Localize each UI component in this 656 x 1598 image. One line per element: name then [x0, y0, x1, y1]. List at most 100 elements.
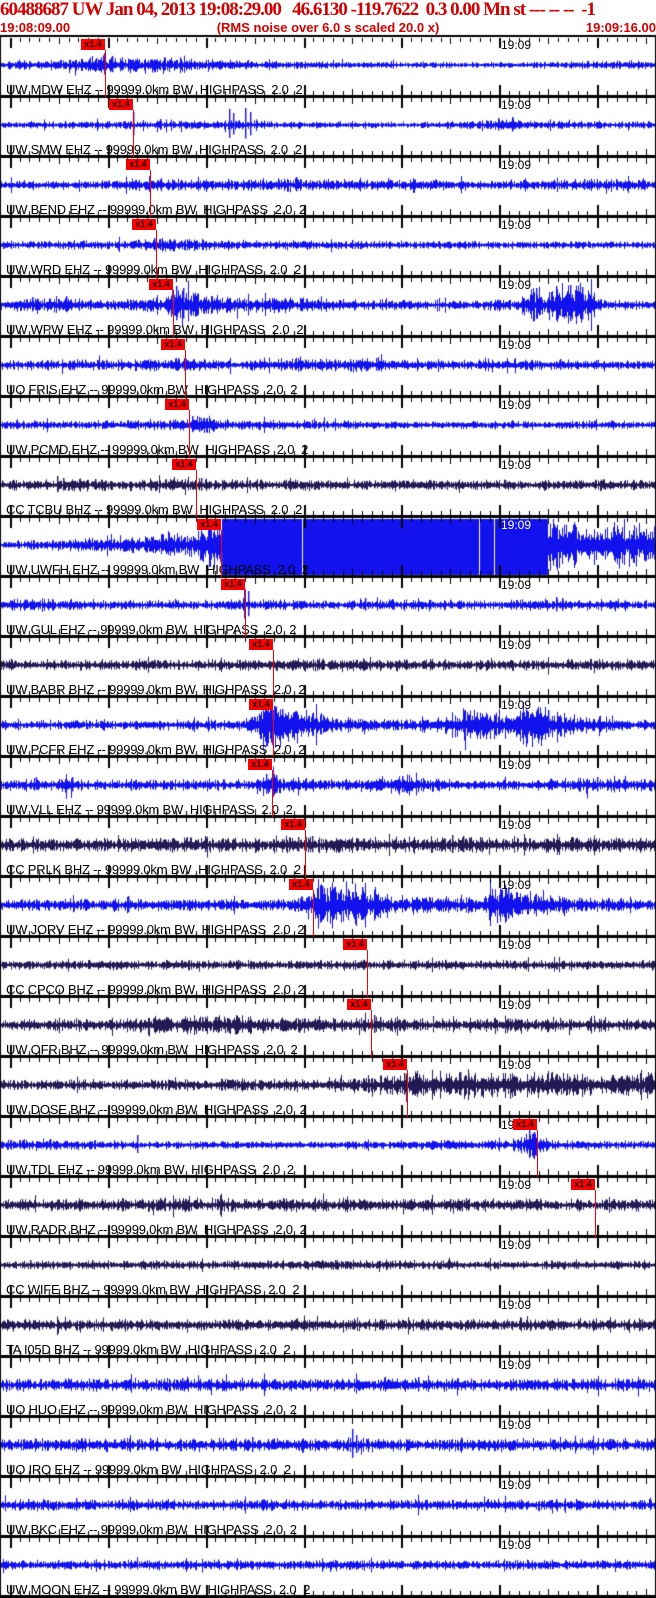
- station-label: UW BKC EHZ -- 99999.0km BW HIGHPASS 2.0 …: [6, 1522, 297, 1537]
- pick-line: [188, 410, 190, 457]
- station-label: UW WPW EHZ -- 99999.0km BW HIGHPASS 2.0 …: [6, 322, 304, 337]
- pick-line: [272, 710, 274, 757]
- station-label: UW RADR BHZ -- 99999.0km BW HIGHPASS 2.0…: [6, 1222, 307, 1237]
- trace-row: 19:09 x1.4 UW MDW EHZ -- 99999.0km BW HI…: [0, 37, 656, 97]
- pick-flag[interactable]: x1.4: [149, 279, 173, 290]
- pick-flag[interactable]: x1.4: [81, 39, 105, 50]
- pick-flag[interactable]: x1.4: [126, 159, 150, 170]
- station-label: UO IRQ EHZ -- 99999.0km BW HIGHPASS 2.0 …: [6, 1462, 291, 1477]
- minute-time-label: 19:09: [501, 458, 532, 472]
- pick-flag[interactable]: x1.4: [347, 999, 371, 1010]
- minute-time-label: 19:09: [501, 758, 532, 772]
- pick-flag[interactable]: x1.4: [161, 339, 185, 350]
- station-label: UW TDL EHZ -- 99999.0km BW HIGHPASS 2.0 …: [6, 1162, 294, 1177]
- pick-line: [244, 590, 246, 637]
- trace-row: 19:09 x1.4 UW PCMD EHZ -- 99999.0km BW H…: [0, 397, 656, 457]
- pick-flag[interactable]: x1.4: [197, 519, 221, 530]
- minute-time-label: 19:09: [501, 98, 532, 112]
- pick-flag[interactable]: x1.4: [221, 579, 245, 590]
- pick-line: [155, 230, 157, 277]
- station-label: UW SMW EHZ -- 99999.0km BW HIGHPASS 2.0 …: [6, 142, 302, 157]
- minute-time-label: 19:09: [501, 218, 532, 232]
- pick-flag[interactable]: x1.4: [281, 819, 305, 830]
- trace-row: 19:09 UW MOON EHZ -- 99999.0km BW HIGHPA…: [0, 1537, 656, 1597]
- pick-line: [304, 830, 306, 877]
- seismogram-viewer: 60488687 UW Jan 04, 2013 19:08:29.00 46.…: [0, 0, 656, 1598]
- minute-time-label: 19:09: [501, 398, 532, 412]
- station-label: UW JORV EHZ -- 99999.0km BW HIGHPASS 2.0…: [6, 922, 305, 937]
- minute-time-label: 19:09: [501, 1238, 532, 1252]
- minute-time-label: 19:09: [501, 278, 532, 292]
- pick-flag[interactable]: x1.4: [132, 219, 156, 230]
- pick-flag[interactable]: x1.4: [289, 879, 313, 890]
- pick-flag[interactable]: x1.4: [249, 639, 273, 650]
- pick-flag[interactable]: x1.4: [109, 99, 133, 110]
- pick-flag[interactable]: x1.4: [248, 759, 272, 770]
- trace-row: 19:09 UO IRQ EHZ -- 99999.0km BW HIGHPAS…: [0, 1417, 656, 1477]
- station-label: CC TCBU BHZ -- 99999.0km BW HIGHPASS 2.0…: [6, 502, 303, 517]
- pick-line: [220, 530, 222, 577]
- minute-time-label: 19:09: [501, 1538, 532, 1552]
- station-label: UO HUO EHZ -- 99999.0km BW HIGHPASS 2.0 …: [6, 1402, 297, 1417]
- trace-row: 19:09 x1.4 UW UWFH EHZ -- 99999.0km BW H…: [0, 517, 656, 577]
- pick-line: [184, 350, 186, 397]
- trace-row: 19:09 UO HUO EHZ -- 99999.0km BW HIGHPAS…: [0, 1357, 656, 1417]
- trace-row: 19:09 x1.4 CC CPCO BHZ -- 99999.0km BW H…: [0, 937, 656, 997]
- minute-time-label: 19:09: [501, 1298, 532, 1312]
- station-label: UW VLL EHZ -- 99999.0km BW HIGHPASS 2.0 …: [6, 802, 293, 817]
- trace-row: 19:09 x1.4 UW BABR BHZ -- 99999.0km BW H…: [0, 637, 656, 697]
- trace-row: 19:09 TA I05D BHZ -- 99999.0km BW HIGHPA…: [0, 1297, 656, 1357]
- station-label: UW GUL EHZ -- 99999.0km BW HIGHPASS 2.0 …: [6, 622, 297, 637]
- pick-flag[interactable]: x1.4: [513, 1119, 537, 1130]
- pick-flag[interactable]: x1.4: [571, 1179, 595, 1190]
- station-label: TA I05D BHZ -- 99999.0km BW HIGHPASS 2.0…: [6, 1342, 291, 1357]
- trace-row: 19:09 x1.4 UW JORV EHZ -- 99999.0km BW H…: [0, 877, 656, 937]
- pick-line: [406, 1070, 408, 1117]
- pick-line: [195, 470, 197, 517]
- pick-line: [366, 950, 368, 997]
- pick-line: [271, 770, 273, 817]
- station-label: UO FRIS EHZ -- 99999.0km BW HIGHPASS 2.0…: [6, 382, 298, 397]
- station-label: CC PRLK BHZ -- 99999.0km BW HIGHPASS 2.0…: [6, 862, 301, 877]
- minute-time-label: 19:09: [501, 38, 532, 52]
- trace-row: 19:09 UW BKC EHZ -- 99999.0km BW HIGHPAS…: [0, 1477, 656, 1537]
- minute-time-label: 19:09: [501, 578, 532, 592]
- pick-flag[interactable]: x1.4: [172, 459, 196, 470]
- window-end-time: 19:09:16.00: [585, 20, 656, 35]
- trace-row: 19:09 x1.4 UW BEND EHZ -- 99999.0km BW H…: [0, 157, 656, 217]
- station-label: CC WIFE BHZ -- 99999.0km BW HIGHPASS 2.0…: [6, 1282, 300, 1297]
- pick-line: [536, 1130, 538, 1177]
- minute-time-label: 19:09: [501, 698, 532, 712]
- minute-time-label: 19:09: [501, 1478, 532, 1492]
- trace-row: 19:09 CC WIFE BHZ -- 99999.0km BW HIGHPA…: [0, 1237, 656, 1297]
- minute-time-label: 19:09: [501, 1418, 532, 1432]
- pick-flag[interactable]: x1.4: [249, 699, 273, 710]
- minute-time-label: 19:09: [501, 158, 532, 172]
- pick-line: [149, 170, 151, 217]
- pick-flag[interactable]: x1.4: [165, 399, 189, 410]
- pick-flag[interactable]: x1.4: [383, 1059, 407, 1070]
- minute-time-label: 19:09: [501, 938, 532, 952]
- window-start-time: 19:08:09.00: [0, 20, 71, 35]
- minute-time-label: 19:09: [501, 1178, 532, 1192]
- trace-row: 19:09 x1.4 UW RADR BHZ -- 99999.0km BW H…: [0, 1177, 656, 1237]
- trace-row: 19:09 x1.4 UW VLL EHZ -- 99999.0km BW HI…: [0, 757, 656, 817]
- event-summary-title: 60488687 UW Jan 04, 2013 19:08:29.00 46.…: [0, 0, 596, 20]
- station-label: UW BABR BHZ -- 99999.0km BW HIGHPASS 2.0…: [6, 682, 306, 697]
- minute-time-label: 19:09: [501, 818, 532, 832]
- trace-row: 19:09 x1.4 UW TDL EHZ -- 99999.0km BW HI…: [0, 1117, 656, 1177]
- pick-line: [172, 290, 174, 337]
- trace-row: 19:09 x1.4 UW GUL EHZ -- 99999.0km BW HI…: [0, 577, 656, 637]
- trace-row: 19:09 x1.4 UW SMW EHZ -- 99999.0km BW HI…: [0, 97, 656, 157]
- header: 60488687 UW Jan 04, 2013 19:08:29.00 46.…: [0, 0, 656, 35]
- station-label: UW BEND EHZ -- 99999.0km BW HIGHPASS 2.0…: [6, 202, 306, 217]
- station-label: UW UWFH EHZ -- 99999.0km BW HIGHPASS 2.0…: [6, 562, 309, 577]
- scaling-note: (RMS noise over 6.0 s scaled 20.0 x): [216, 20, 440, 35]
- station-label: CC CPCO BHZ -- 99999.0km BW HIGHPASS 2.0…: [6, 982, 305, 997]
- minute-time-label: 19:09: [501, 878, 532, 892]
- minute-time-label: 19:09: [501, 338, 532, 352]
- pick-line: [132, 110, 134, 157]
- pick-flag[interactable]: x1.4: [343, 939, 367, 950]
- minute-time-label: 19:09: [501, 1358, 532, 1372]
- pick-line: [594, 1190, 596, 1237]
